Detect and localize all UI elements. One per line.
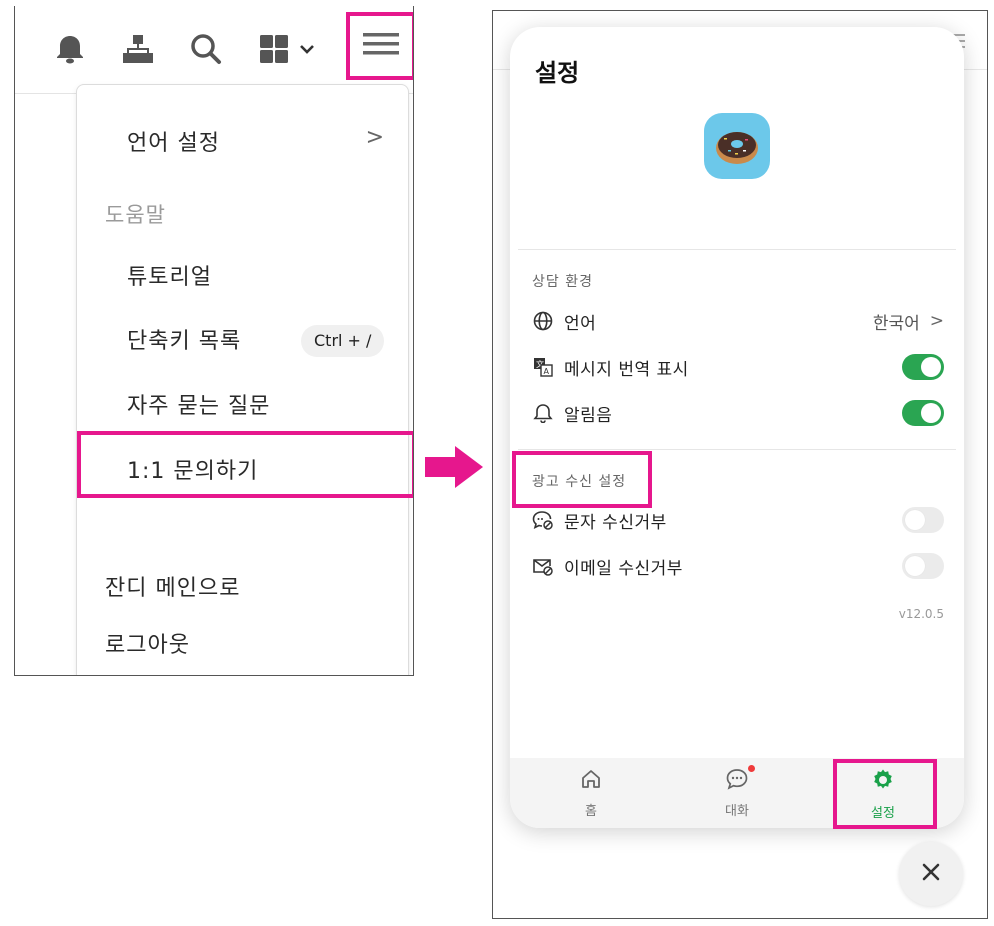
bell-outline-icon — [532, 402, 554, 424]
close-icon — [921, 862, 941, 886]
email-optout-row: 이메일 수신거부 — [532, 551, 944, 581]
left-screenshot-frame: 언어 설정 > 도움말 튜토리얼 단축키 목록 Ctrl + / 자주 묻는 질… — [14, 6, 414, 676]
settings-panel: 설정 상담 환경 언어 한국어 > 文 A 메시지 번역 표시 알림음 광고 수… — [510, 27, 964, 828]
chevron-right-icon: > — [929, 311, 944, 331]
sms-optout-toggle[interactable] — [902, 507, 944, 533]
menu-item-shortcuts[interactable]: 단축키 목록 — [127, 323, 241, 355]
divider — [518, 449, 956, 450]
menu-item-tutorial[interactable]: 튜토리얼 — [127, 259, 212, 291]
settings-nav-highlight-box — [833, 759, 937, 829]
help-section-heading: 도움말 — [105, 203, 166, 227]
inquiry-highlight-box — [77, 431, 413, 498]
sound-label: 알림음 — [564, 405, 613, 426]
sound-toggle[interactable] — [902, 400, 944, 426]
settings-title: 설정 — [535, 59, 580, 87]
translate-toggle[interactable] — [902, 354, 944, 380]
bell-icon[interactable] — [53, 32, 87, 66]
menu-item-language[interactable]: 언어 설정 — [127, 125, 220, 157]
globe-icon — [532, 310, 554, 332]
nav-chat-label: 대화 — [725, 804, 749, 819]
menu-item-faq[interactable]: 자주 묻는 질문 — [127, 388, 270, 420]
arrow-right-icon — [425, 446, 483, 492]
menu-item-language-label: 언어 설정 — [127, 131, 220, 156]
sound-setting-row: 알림음 — [532, 398, 944, 428]
email-optout-toggle[interactable] — [902, 553, 944, 579]
grid-icon[interactable] — [257, 32, 291, 66]
translate-setting-row: 文A 메시지 번역 표시 — [532, 352, 944, 382]
org-chart-icon[interactable] — [121, 32, 155, 66]
nav-home-label: 홈 — [585, 804, 597, 819]
translate-label: 메시지 번역 표시 — [564, 359, 689, 380]
main-menu-dropdown: 언어 설정 > 도움말 튜토리얼 단축키 목록 Ctrl + / 자주 묻는 질… — [76, 84, 409, 675]
search-icon[interactable] — [189, 32, 223, 66]
language-value: 한국어 — [872, 313, 920, 334]
translate-icon: 文A — [532, 356, 554, 378]
hamburger-icon — [363, 32, 399, 60]
chat-block-icon — [532, 509, 554, 531]
shortcut-key-badge: Ctrl + / — [301, 325, 385, 357]
sms-optout-row: 문자 수신거부 — [532, 505, 944, 535]
top-toolbar — [15, 6, 413, 94]
mail-block-icon — [532, 555, 554, 577]
sms-optout-label: 문자 수신거부 — [564, 512, 667, 533]
language-label: 언어 — [564, 313, 597, 334]
chevron-right-icon: > — [365, 125, 384, 150]
right-screenshot-frame: 설정 상담 환경 언어 한국어 > 文 A 메시지 번역 표시 알림음 광고 수… — [492, 10, 988, 919]
language-setting-row[interactable]: 언어 한국어 > — [532, 306, 944, 336]
unread-dot — [748, 765, 755, 772]
home-icon — [580, 768, 602, 794]
nav-home[interactable]: 홈 — [551, 768, 631, 819]
ad-section-highlight-box — [512, 451, 652, 508]
menu-item-jandi-main[interactable]: 잔디 메인으로 — [105, 570, 240, 602]
chat-icon — [725, 765, 755, 794]
menu-item-logout[interactable]: 로그아웃 — [105, 627, 190, 659]
email-optout-label: 이메일 수신거부 — [564, 558, 683, 579]
app-version: v12.0.5 — [898, 607, 944, 621]
svg-text:A: A — [544, 367, 550, 376]
hamburger-menu-button[interactable] — [346, 12, 413, 80]
donut-icon — [704, 113, 770, 179]
consult-section-heading: 상담 환경 — [532, 274, 593, 290]
close-button[interactable] — [899, 842, 963, 906]
chevron-down-icon[interactable] — [297, 32, 317, 66]
nav-chat[interactable]: 대화 — [697, 765, 777, 819]
divider — [518, 249, 956, 250]
